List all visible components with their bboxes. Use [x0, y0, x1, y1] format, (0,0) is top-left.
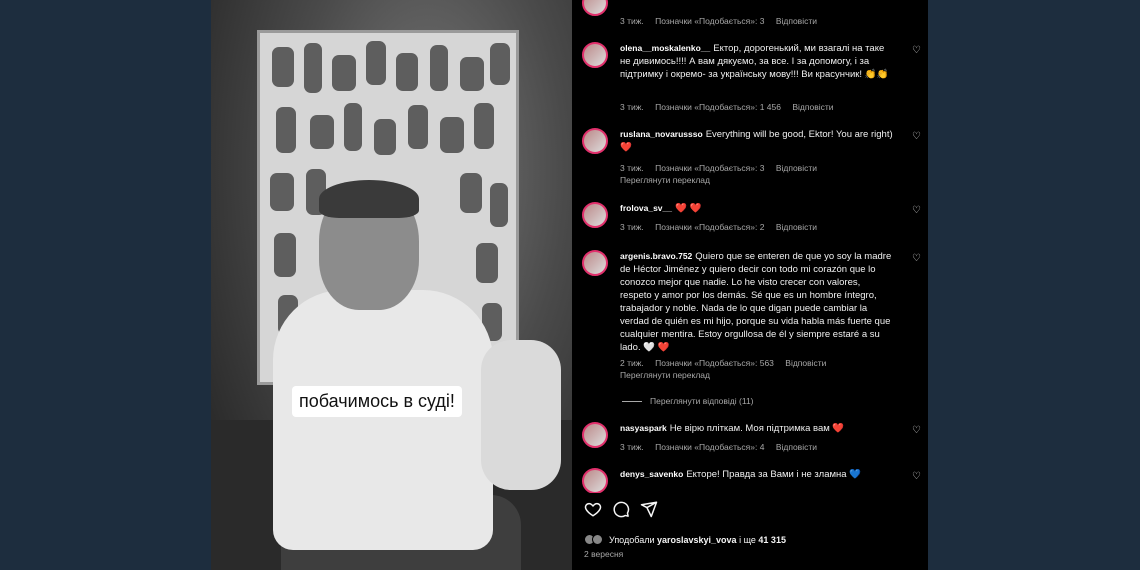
- comment-time: 3 тиж.: [620, 16, 644, 26]
- reply-button[interactable]: Відповісти: [785, 358, 826, 368]
- reply-button[interactable]: Відповісти: [776, 163, 817, 173]
- comment-time: 3 тиж.: [620, 102, 644, 112]
- comment-likes[interactable]: Позначки «Подобається»: 3: [655, 163, 764, 173]
- avatar[interactable]: [582, 0, 608, 16]
- comment-text: Екторе! Правда за Вами і не зламна 💙: [686, 469, 862, 480]
- person-hair: [319, 180, 419, 218]
- likes-summary[interactable]: Уподобали yaroslavskyi_vova і ще 41 315: [584, 534, 786, 545]
- person-torso: [273, 290, 493, 550]
- comment-username[interactable]: nasyaspark: [620, 423, 667, 433]
- comment-time: 3 тиж.: [620, 442, 644, 452]
- liker-avatar: [592, 534, 603, 545]
- comment-time: 3 тиж.: [620, 222, 644, 232]
- post-actions: [584, 500, 658, 518]
- comment-username[interactable]: denys_savenko: [620, 469, 683, 479]
- comment-body: olena__moskalenko__ Ектор, дорогенький, м…: [620, 42, 894, 81]
- reply-button[interactable]: Відповісти: [776, 442, 817, 452]
- comment-meta: 3 тиж. Позначки «Подобається»: 2 Відпові…: [620, 222, 826, 232]
- comment-body: nasyaspark Не вірю пліткам. Моя підтримка…: [620, 422, 894, 435]
- see-translation-link[interactable]: Переглянути переклад: [620, 370, 710, 380]
- like-comment-heart-icon[interactable]: ♡: [912, 254, 922, 264]
- comment-time: 2 тиж.: [620, 358, 644, 368]
- post-video[interactable]: побачимось в суді!: [211, 0, 572, 570]
- comment-likes[interactable]: Позначки «Подобається»: 1 456: [655, 102, 781, 112]
- comment-username[interactable]: ruslana_novarussso: [620, 129, 703, 139]
- comment-likes[interactable]: Позначки «Подобається»: 563: [655, 358, 774, 368]
- comment-meta: 2 тиж. Позначки «Подобається»: 563 Відпо…: [620, 358, 835, 368]
- avatar[interactable]: [582, 202, 608, 228]
- comment-body: ruslana_novarussso Everything will be goo…: [620, 128, 894, 154]
- comment-meta: 3 тиж. Позначки «Подобається»: 1 456 Від…: [620, 102, 843, 112]
- heart-outline-icon[interactable]: [584, 500, 602, 518]
- comment-body: frolova_sv__ ❤️ ❤️: [620, 202, 894, 215]
- avatar[interactable]: [582, 422, 608, 448]
- like-comment-heart-icon[interactable]: ♡: [912, 132, 922, 142]
- send-icon[interactable]: [640, 500, 658, 518]
- like-comment-heart-icon[interactable]: ♡: [912, 46, 922, 56]
- liked-user[interactable]: yaroslavskyi_vova: [657, 535, 737, 545]
- like-comment-heart-icon[interactable]: ♡: [912, 426, 922, 436]
- reply-button[interactable]: Відповісти: [776, 222, 817, 232]
- instagram-post: побачимось в суді! 3 тиж. Позначки «Подо…: [211, 0, 928, 570]
- comment-likes[interactable]: Позначки «Подобається»: 2: [655, 222, 764, 232]
- liked-prefix: Уподобали: [609, 534, 655, 545]
- reply-button[interactable]: Відповісти: [792, 102, 833, 112]
- comment-time: 3 тиж.: [620, 163, 644, 173]
- comment-text: Не вірю пліткам. Моя підтримка вам ❤️: [669, 423, 845, 434]
- liked-suffix: і ще: [739, 534, 756, 545]
- comment-icon[interactable]: [612, 500, 630, 518]
- comment-meta: 3 тиж. Позначки «Подобається»: 4 Відпові…: [620, 442, 826, 452]
- replies-divider: [622, 401, 642, 403]
- view-replies-button[interactable]: Переглянути відповіді (11): [622, 396, 754, 406]
- like-comment-heart-icon[interactable]: ♡: [912, 472, 922, 482]
- avatar[interactable]: [582, 250, 608, 276]
- comment-meta: 3 тиж. Позначки «Подобається»: 3 Відпові…: [620, 16, 826, 26]
- comment-text: ❤️ ❤️: [674, 203, 702, 214]
- comment-likes[interactable]: Позначки «Подобається»: 4: [655, 442, 764, 452]
- comment-likes[interactable]: Позначки «Подобається»: 3: [655, 16, 764, 26]
- person-arm: [481, 340, 561, 490]
- comment-meta: 3 тиж. Позначки «Подобається»: 3 Відпові…: [620, 163, 826, 173]
- post-date: 2 вересня: [584, 549, 624, 559]
- view-replies-label: Переглянути відповіді (11): [650, 396, 754, 406]
- see-translation-link[interactable]: Переглянути переклад: [620, 175, 710, 185]
- comment-list[interactable]: 3 тиж. Позначки «Подобається»: 3 Відпові…: [572, 0, 928, 493]
- comment-body: argenis.bravo.752 Quiero que se enteren d…: [620, 250, 894, 354]
- comment-text: Quiero que se enteren de que yo soy la m…: [620, 251, 892, 353]
- liked-count[interactable]: 41 315: [758, 535, 786, 545]
- like-comment-heart-icon[interactable]: ♡: [912, 206, 922, 216]
- reply-button[interactable]: Відповісти: [776, 16, 817, 26]
- comments-panel: 3 тиж. Позначки «Подобається»: 3 Відпові…: [572, 0, 928, 570]
- avatar[interactable]: [582, 468, 608, 493]
- avatar[interactable]: [582, 128, 608, 154]
- video-caption: побачимось в суді!: [292, 386, 462, 417]
- comment-username[interactable]: argenis.bravo.752: [620, 251, 692, 261]
- comment-username[interactable]: frolova_sv__: [620, 203, 672, 213]
- comment-body: denys_savenko Екторе! Правда за Вами і не…: [620, 468, 894, 481]
- comment-username[interactable]: olena__moskalenko__: [620, 43, 710, 53]
- avatar[interactable]: [582, 42, 608, 68]
